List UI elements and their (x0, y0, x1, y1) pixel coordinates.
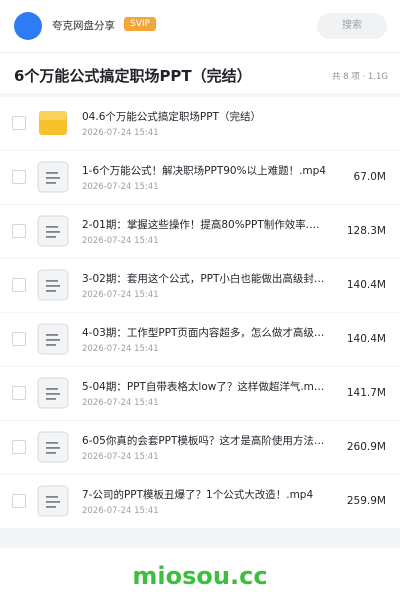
file-size: 259.9M (346, 495, 386, 507)
select-checkbox[interactable] (12, 494, 26, 508)
file-list: 04.6个万能公式搞定职场PPT（完结） 2026-07-24 15:41 1-… (0, 97, 400, 529)
file-name: 7-公司的PPT模板丑爆了？1个公式大改造！.mp4 (82, 489, 314, 501)
file-name: 3-02期：套用这个公式，PPT小白也能做出高级封面.mp4 (82, 273, 327, 285)
file-date: 2026-07-24 15:41 (82, 236, 159, 246)
svip-badge: SVIP (124, 17, 156, 31)
list-item[interactable]: 7-公司的PPT模板丑爆了？1个公式大改造！.mp4 2026-07-24 15… (0, 475, 400, 528)
avatar[interactable] (14, 12, 42, 40)
file-size: 141.7M (346, 387, 386, 399)
document-icon (37, 323, 69, 355)
document-icon (37, 161, 69, 193)
file-size: 140.4M (346, 333, 386, 345)
file-size: 67.0M (353, 171, 386, 183)
list-item[interactable]: 5-04期：PPT自带表格太low了？这样做超洋气.mp4 2026-07-24… (0, 367, 400, 420)
file-date: 2026-07-24 15:41 (82, 344, 159, 354)
list-item[interactable]: 1-6个万能公式！解决职场PPT90%以上难题！.mp4 2026-07-24 … (0, 151, 400, 204)
select-checkbox[interactable] (12, 332, 26, 346)
page-title: 6个万能公式搞定职场PPT（完结） (14, 67, 252, 85)
top-bar: 夸克网盘分享 SVIP 搜索 (0, 0, 400, 52)
select-checkbox[interactable] (12, 224, 26, 238)
list-item[interactable]: 2-01期：掌握这些操作！提高80%PPT制作效率.mp4 2026-07-24… (0, 205, 400, 258)
file-date: 2026-07-24 15:41 (82, 452, 159, 462)
watermark: miosou.cc (132, 562, 268, 590)
search-button[interactable]: 搜索 (317, 13, 387, 39)
select-checkbox[interactable] (12, 386, 26, 400)
select-checkbox[interactable] (12, 116, 26, 130)
file-date: 2026-07-24 15:41 (82, 290, 159, 300)
file-size: 140.4M (346, 279, 386, 291)
file-name: 5-04期：PPT自带表格太low了？这样做超洋气.mp4 (82, 381, 327, 393)
select-checkbox[interactable] (12, 278, 26, 292)
file-name: 1-6个万能公式！解决职场PPT90%以上难题！.mp4 (82, 165, 326, 177)
document-icon (37, 485, 69, 517)
document-icon (37, 269, 69, 301)
file-name: 4-03期：工作型PPT页面内容超多，怎么做才高级.mp4 (82, 327, 327, 339)
file-date: 2026-07-24 15:41 (82, 182, 159, 192)
folder-header: 6个万能公式搞定职场PPT（完结） 共 8 项 · 1.1G (0, 52, 400, 93)
list-item[interactable]: 4-03期：工作型PPT页面内容超多，怎么做才高级.mp4 2026-07-24… (0, 313, 400, 366)
list-item[interactable]: 04.6个万能公式搞定职场PPT（完结） 2026-07-24 15:41 (0, 97, 400, 150)
file-size: 260.9M (346, 441, 386, 453)
document-icon (37, 431, 69, 463)
file-name: 2-01期：掌握这些操作！提高80%PPT制作效率.mp4 (82, 219, 327, 231)
select-checkbox[interactable] (12, 440, 26, 454)
select-checkbox[interactable] (12, 170, 26, 184)
folder-meta: 共 8 项 · 1.1G (331, 72, 388, 82)
file-date: 2026-07-24 15:41 (82, 398, 159, 408)
file-name: 6-05你真的会套PPT模板吗？这才是高阶使用方法.mp4 (82, 435, 327, 447)
list-item[interactable]: 3-02期：套用这个公式，PPT小白也能做出高级封面.mp4 2026-07-2… (0, 259, 400, 312)
list-item[interactable]: 6-05你真的会套PPT模板吗？这才是高阶使用方法.mp4 2026-07-24… (0, 421, 400, 474)
file-date: 2026-07-24 15:41 (82, 128, 159, 138)
file-name: 04.6个万能公式搞定职场PPT（完结） (82, 111, 261, 123)
folder-icon (37, 107, 69, 139)
document-icon (37, 215, 69, 247)
file-date: 2026-07-24 15:41 (82, 506, 159, 516)
document-icon (37, 377, 69, 409)
file-size: 128.3M (346, 225, 386, 237)
app-name: 夸克网盘分享 (52, 20, 115, 32)
